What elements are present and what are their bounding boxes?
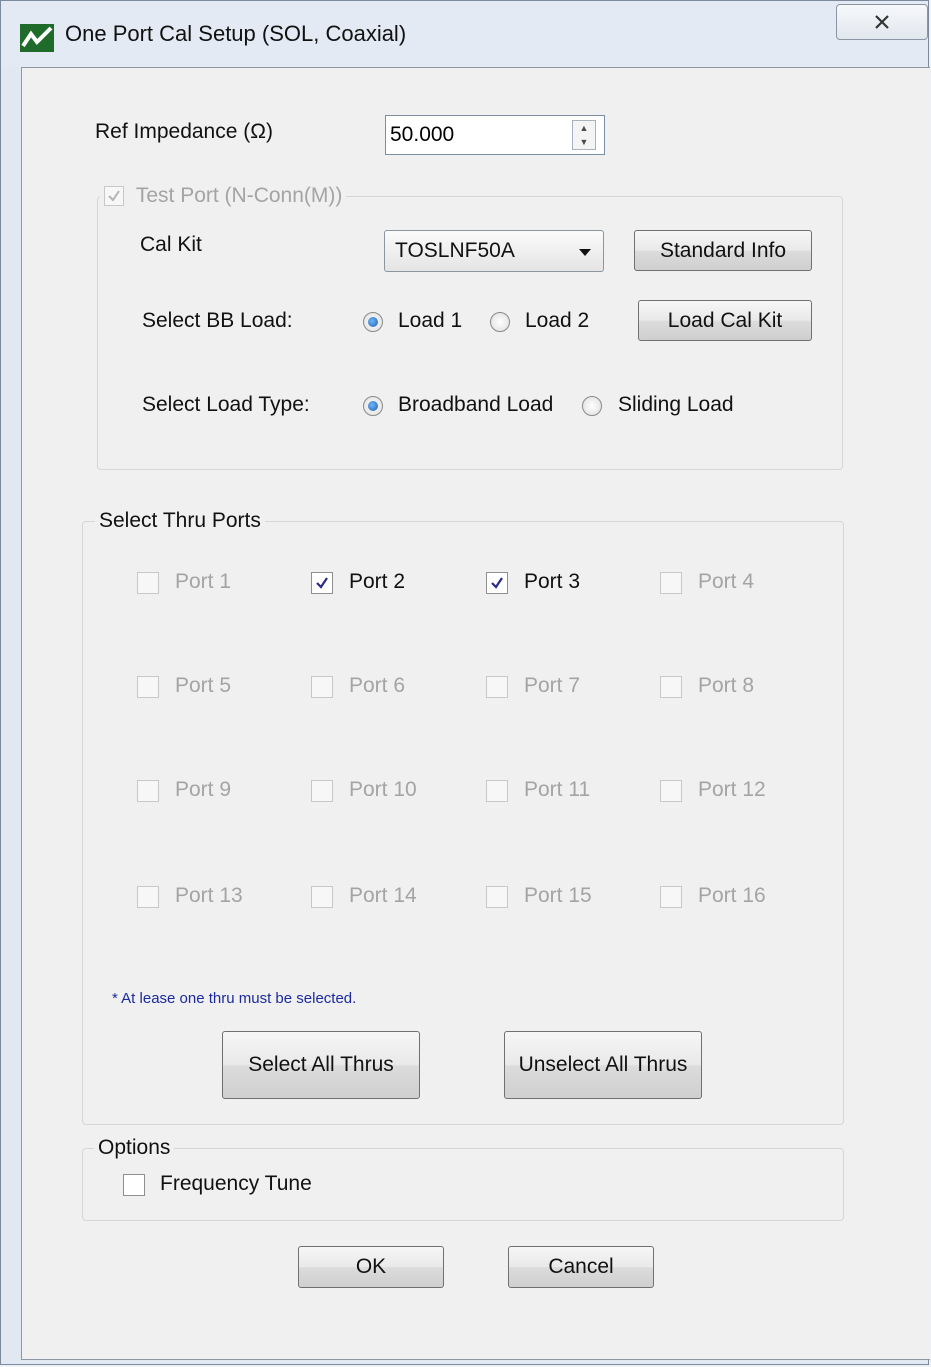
checkmark-icon [491,577,503,589]
cal-kit-value: TOSLNF50A [395,239,515,262]
load1-label: Load 1 [398,309,463,332]
port-checkbox[interactable] [137,886,159,908]
load2-label: Load 2 [525,309,590,332]
select-all-thrus-button[interactable]: Select All Thrus [222,1031,420,1099]
port-label: Port 9 [175,778,232,801]
port-label: Port 13 [175,884,243,907]
thru-requirement-note: * At lease one thru must be selected. [112,990,357,1007]
port-label: Port 8 [698,674,755,697]
ok-button[interactable]: OK [298,1246,444,1288]
port-label: Port 4 [698,570,755,593]
port-label: Port 16 [698,884,766,907]
port-label: Port 6 [349,674,406,697]
port-checkbox[interactable] [311,676,333,698]
port-checkbox[interactable] [660,676,682,698]
app-logo-icon [20,24,54,52]
port-label: Port 11 [524,778,591,801]
port-checkbox[interactable] [137,676,159,698]
broadband-load-radio[interactable] [363,396,383,416]
ref-impedance-spinner[interactable]: ▲ ▼ [572,120,596,150]
sliding-load-radio[interactable] [582,396,602,416]
spin-up-icon[interactable]: ▲ [573,121,595,135]
port-checkbox[interactable] [311,886,333,908]
port-label: Port 2 [349,570,406,593]
dialog-window: One Port Cal Setup (SOL, Coaxial) Ref Im… [0,0,930,1365]
options-legend: Options [94,1136,175,1160]
frequency-tune-label: Frequency Tune [160,1172,312,1195]
thru-ports-legend: Select Thru Ports [95,509,265,533]
frequency-tune-checkbox[interactable] [123,1174,145,1196]
port-checkbox[interactable] [137,780,159,802]
standard-info-button[interactable]: Standard Info [634,230,812,271]
dialog-client-area: Ref Impedance (Ω) ▲ ▼ Test Port (N-Conn(… [21,67,930,1360]
port-checkbox[interactable] [486,886,508,908]
cal-kit-label: Cal Kit [140,233,202,256]
load-cal-kit-button[interactable]: Load Cal Kit [638,300,812,341]
port-label: Port 12 [698,778,766,801]
unselect-all-thrus-button[interactable]: Unselect All Thrus [504,1031,702,1099]
port-checkbox[interactable] [660,886,682,908]
spin-down-icon[interactable]: ▼ [573,135,595,149]
cancel-button[interactable]: Cancel [508,1246,654,1288]
port-label: Port 7 [524,674,581,697]
port-checkbox[interactable] [486,572,508,594]
port-checkbox[interactable] [486,780,508,802]
port-checkbox[interactable] [660,780,682,802]
test-port-checkbox[interactable] [104,186,124,207]
cal-kit-dropdown[interactable]: TOSLNF50A [384,230,604,272]
broadband-load-label: Broadband Load [398,393,554,416]
sliding-load-label: Sliding Load [618,393,734,416]
port-checkbox[interactable] [311,780,333,802]
thru-ports-group [82,521,844,1125]
test-port-label: Test Port (N-Conn(M)) [135,184,343,207]
port-checkbox[interactable] [137,572,159,594]
title-bar[interactable]: One Port Cal Setup (SOL, Coaxial) [1,1,928,67]
load-type-label: Select Load Type: [142,393,310,416]
port-checkbox[interactable] [660,572,682,594]
load2-radio[interactable] [490,312,510,332]
test-port-legend: Test Port (N-Conn(M)) [100,184,347,208]
close-icon [875,15,889,29]
port-checkbox[interactable] [311,572,333,594]
checkmark-icon [108,190,120,203]
port-label: Port 14 [349,884,417,907]
window-title: One Port Cal Setup (SOL, Coaxial) [65,21,407,46]
port-label: Port 5 [175,674,232,697]
load1-radio[interactable] [363,312,383,332]
port-label: Port 10 [349,778,417,801]
bb-load-label: Select BB Load: [142,309,293,332]
port-label: Port 3 [524,570,581,593]
port-label: Port 1 [175,570,232,593]
checkmark-icon [316,577,328,589]
close-button[interactable] [836,4,928,40]
chevron-down-icon [579,249,591,256]
port-label: Port 15 [524,884,592,907]
ref-impedance-label: Ref Impedance (Ω) [95,120,273,143]
port-checkbox[interactable] [486,676,508,698]
